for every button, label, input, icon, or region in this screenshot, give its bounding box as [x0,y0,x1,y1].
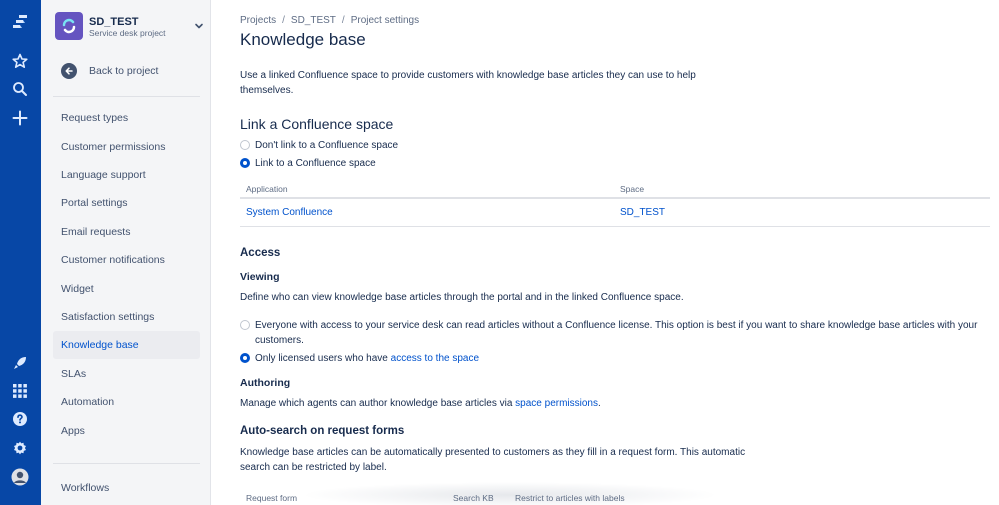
breadcrumb-project[interactable]: SD_TEST [291,15,336,26]
autosearch-heading: Auto-search on request forms [240,425,405,437]
global-nav [0,0,41,505]
linked-space-table-header: Application Space [240,180,990,199]
radio-everyone-line2: customers. [255,335,304,346]
sidebar-divider [53,96,200,97]
jira-logo-icon[interactable] [8,10,32,34]
radio-licensed[interactable]: Only licensed users who have access to t… [240,351,479,366]
column-application: Application [246,184,288,194]
sidebar-item-widget[interactable]: Widget [53,275,200,303]
sidebar-item-knowledge-base[interactable]: Knowledge base [53,331,200,359]
page-intro: Use a linked Confluence space to provide… [240,70,696,96]
radio-everyone-line1: Everyone with access to your service des… [255,320,978,331]
access-heading: Access [240,247,281,259]
sidebar-item-email-requests[interactable]: Email requests [53,218,200,246]
radio-button[interactable] [240,140,250,150]
sidebar-item-slas[interactable]: SLAs [53,360,200,388]
radio-dont-link[interactable]: Don't link to a Confluence space [240,138,398,153]
project-name: SD_TEST [89,16,139,28]
sidebar-item-language-support[interactable]: Language support [53,161,200,189]
star-icon[interactable] [8,49,32,73]
sidebar-item-customer-notifications[interactable]: Customer notifications [53,246,200,274]
radio-button[interactable] [240,320,250,330]
radio-link[interactable]: Link to a Confluence space [240,156,376,171]
breadcrumb-projects[interactable]: Projects [240,15,276,26]
table-row: System Confluence SD_TEST [240,201,990,227]
sidebar-item-portal-settings[interactable]: Portal settings [53,189,200,217]
column-search-kb: Search KB [453,493,494,503]
space-permissions-link[interactable]: space permissions [515,398,598,409]
settings-icon[interactable] [8,436,32,460]
column-space: Space [620,184,645,194]
page-title: Knowledge base [240,30,366,49]
breadcrumb-separator: / [282,15,285,26]
project-avatar [55,12,83,40]
request-form-table-header: Request form Search KB Restrict to artic… [240,489,990,505]
viewing-description: Define who can view knowledge base artic… [240,292,684,303]
project-header[interactable]: SD_TEST Service desk project [55,12,205,42]
breadcrumb: Projects / SD_TEST / Project settings [240,15,419,26]
arrow-left-icon [61,63,77,79]
rocket-icon[interactable] [8,351,32,375]
radio-dont-link-label: Don't link to a Confluence space [255,140,399,151]
sidebar-item-apps[interactable]: Apps [53,417,200,445]
authoring-suffix: . [597,398,601,409]
autosearch-desc-line1: Knowledge base articles can be automatic… [240,447,746,458]
project-type: Service desk project [89,28,166,38]
search-icon[interactable] [8,77,32,101]
radio-everyone[interactable]: Everyone with access to your service des… [240,318,995,348]
sidebar-item-satisfaction-settings[interactable]: Satisfaction settings [53,303,200,331]
autosearch-description: Knowledge base articles can be automatic… [240,445,760,475]
column-request-form: Request form [246,493,298,503]
link-confluence-heading: Link a Confluence space [240,116,394,132]
main-content: Projects / SD_TEST / Project settings Kn… [240,0,995,505]
sidebar-item-request-types[interactable]: Request types [53,104,200,132]
radio-button-selected[interactable] [240,353,250,363]
radio-licensed-label: Only licensed users who have access to t… [255,351,479,366]
radio-licensed-text: Only licensed users who have [255,353,388,364]
space-link[interactable]: SD_TEST [620,207,665,218]
autosearch-desc-line2: search can be restricted by label. [240,462,387,473]
radio-button-selected[interactable] [240,158,250,168]
sidebar-item-automation[interactable]: Automation [53,388,200,416]
authoring-text: Manage which agents can author knowledge… [240,398,513,409]
help-icon[interactable] [8,407,32,431]
sidebar-item-workflows[interactable]: Workflows [53,474,200,502]
sidebar-divider [53,463,200,464]
sidebar-item-customer-permissions[interactable]: Customer permissions [53,133,200,161]
access-to-space-link[interactable]: access to the space [391,353,479,364]
breadcrumb-project-settings[interactable]: Project settings [351,15,419,26]
column-restrict-labels: Restrict to articles with labels [515,493,625,503]
back-to-project-link[interactable]: Back to project [61,62,158,80]
application-link[interactable]: System Confluence [246,207,333,218]
viewing-heading: Viewing [240,271,280,283]
breadcrumb-separator: / [341,15,345,26]
back-to-project-label: Back to project [89,65,159,77]
authoring-heading: Authoring [240,377,291,389]
radio-link-label: Link to a Confluence space [255,158,376,169]
chevron-down-icon[interactable] [193,20,205,32]
authoring-description: Manage which agents can author knowledge… [240,396,601,411]
app-switcher-icon[interactable] [8,379,32,403]
user-avatar-icon[interactable] [8,465,32,489]
radio-everyone-label: Everyone with access to your service des… [255,318,977,348]
plus-icon[interactable] [8,106,32,130]
project-sidebar: SD_TEST Service desk project Back to pro… [41,0,211,505]
